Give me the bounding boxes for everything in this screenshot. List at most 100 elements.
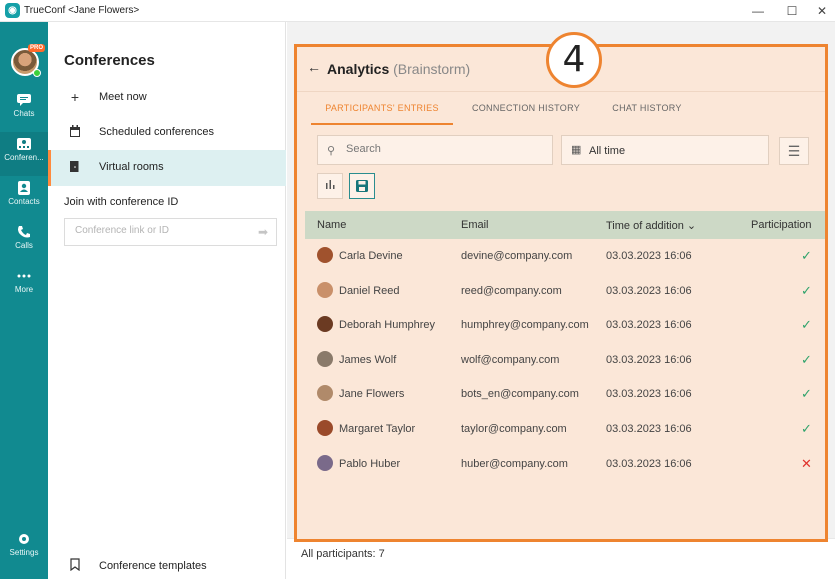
- calendar-icon: [68, 125, 82, 139]
- avatar: [317, 454, 333, 471]
- rail-label: Conferen...: [4, 153, 44, 162]
- tab-participants-entries[interactable]: PARTICIPANTS' ENTRIES: [311, 92, 453, 125]
- checkmark-icon: ✓: [801, 282, 812, 298]
- conference-name: (Brainstorm): [393, 61, 471, 77]
- analytics-panel: ← Analytics (Brainstorm) PARTICIPANTS' E…: [294, 44, 828, 542]
- rail-label: Chats: [13, 109, 35, 118]
- filter-button[interactable]: ☰: [779, 137, 809, 165]
- participant-email: reed@company.com: [461, 284, 562, 297]
- rail-label: Contacts: [8, 197, 40, 206]
- analytics-tabs: PARTICIPANTS' ENTRIES CONNECTION HISTORY…: [297, 91, 825, 125]
- avatar: [317, 350, 333, 367]
- participants-table: Name Email Time of addition ⌄ Participat…: [305, 211, 825, 481]
- rail-item-conferences[interactable]: Conferen...: [0, 132, 48, 176]
- table-body: Carla Devine devine@company.com 03.03.2023…: [305, 239, 825, 481]
- avatar: [317, 316, 333, 333]
- participant-email: bots_en@company.com: [461, 388, 579, 401]
- column-header-email[interactable]: Email: [461, 219, 489, 231]
- time-of-addition: 03.03.2023 16:06: [606, 388, 692, 401]
- tab-connection-history[interactable]: CONNECTION HISTORY: [461, 92, 591, 125]
- table-row[interactable]: Margaret Taylor taylor@company.com 03.03.2…: [305, 412, 825, 447]
- online-status-icon: [33, 69, 41, 77]
- conference-id-field[interactable]: ➡: [64, 218, 277, 246]
- nav-rail: PRO Chats Conferen... Contacts Calls Mor…: [0, 22, 48, 579]
- date-filter-value: All time: [589, 145, 626, 157]
- checkmark-icon: ✓: [801, 317, 812, 333]
- avatar: [317, 247, 333, 263]
- conference-icon: [17, 138, 31, 150]
- participant-email: devine@company.com: [461, 250, 573, 262]
- participant-name: Margaret Taylor: [339, 422, 416, 435]
- filter-icon: ☰: [787, 143, 801, 159]
- column-header-name[interactable]: Name: [317, 219, 346, 231]
- chat-icon: [17, 94, 31, 106]
- app-window: ◉ TrueConf <Jane Flowers> — ☐ ✕ PRO Chat…: [0, 0, 835, 579]
- rail-item-contacts[interactable]: Contacts: [0, 176, 48, 220]
- window-title: TrueConf <Jane Flowers>: [24, 5, 140, 16]
- menu-item-label: Virtual rooms: [99, 161, 164, 173]
- door-icon: [68, 160, 82, 174]
- participant-name: Pablo Huber: [339, 457, 401, 470]
- menu-item-label: Scheduled conferences: [99, 126, 214, 138]
- rail-item-settings[interactable]: Settings: [0, 527, 48, 571]
- meet-now-item[interactable]: + Meet now: [48, 80, 286, 116]
- conference-templates-item[interactable]: Conference templates: [48, 550, 286, 579]
- table-row[interactable]: Jane Flowers bots_en@company.com 03.03.202…: [305, 377, 825, 412]
- rail-item-chats[interactable]: Chats: [0, 88, 48, 132]
- participants-count: All participants: 7: [301, 548, 385, 560]
- bar-chart-icon: [326, 180, 335, 189]
- arrow-right-icon[interactable]: ➡: [258, 225, 268, 239]
- time-of-addition: 03.03.2023 16:06: [606, 250, 692, 262]
- time-of-addition: 03.03.2023 16:06: [606, 284, 692, 297]
- search-field[interactable]: ⚲: [317, 135, 553, 165]
- participant-name: Deborah Humphrey: [339, 319, 435, 332]
- checkmark-icon: ✓: [801, 386, 812, 402]
- rail-label: Settings: [9, 548, 39, 557]
- more-icon: [17, 274, 31, 278]
- statistics-button[interactable]: [317, 173, 343, 199]
- participant-email: humphrey@company.com: [461, 319, 589, 332]
- search-icon: ⚲: [327, 145, 336, 157]
- analytics-title: Analytics (Brainstorm): [327, 61, 470, 77]
- scheduled-conferences-item[interactable]: Scheduled conferences: [48, 115, 286, 151]
- rail-label: More: [14, 285, 34, 294]
- column-header-time[interactable]: Time of addition ⌄: [606, 219, 696, 232]
- table-row[interactable]: Deborah Humphrey humphrey@company.com 03.0…: [305, 308, 825, 343]
- callout-number: 4: [546, 32, 602, 88]
- save-button[interactable]: [349, 173, 375, 199]
- conference-id-input[interactable]: [75, 225, 245, 236]
- avatar: [317, 419, 333, 436]
- join-title: Join with conference ID: [64, 196, 179, 208]
- time-of-addition: 03.03.2023 16:06: [606, 353, 692, 366]
- conferences-panel: Conferences + Meet now Scheduled confere…: [48, 22, 286, 579]
- table-row[interactable]: Carla Devine devine@company.com 03.03.2023…: [305, 239, 825, 274]
- plus-icon: +: [70, 89, 80, 105]
- trueconf-logo-icon: ◉: [5, 3, 20, 18]
- checkmark-icon: ✓: [801, 351, 812, 367]
- contacts-icon: [18, 181, 30, 195]
- menu-item-label: Conference templates: [99, 560, 207, 572]
- minimize-button[interactable]: —: [741, 0, 775, 22]
- maximize-button[interactable]: ☐: [775, 0, 809, 22]
- back-arrow-icon[interactable]: ←: [307, 59, 321, 75]
- column-header-participation[interactable]: Participation: [751, 219, 812, 231]
- time-of-addition: 03.03.2023 16:06: [606, 457, 692, 470]
- date-filter-select[interactable]: ▦ All time: [561, 135, 769, 165]
- search-input[interactable]: [346, 143, 536, 155]
- rail-item-calls[interactable]: Calls: [0, 220, 48, 264]
- participant-name: Carla Devine: [339, 250, 403, 262]
- virtual-rooms-item[interactable]: Virtual rooms: [48, 150, 286, 186]
- avatar: [317, 385, 333, 402]
- rail-item-more[interactable]: More: [0, 264, 48, 308]
- participant-name: Daniel Reed: [339, 284, 400, 297]
- pro-badge: PRO: [28, 44, 46, 52]
- tab-chat-history[interactable]: CHAT HISTORY: [597, 92, 697, 125]
- save-icon: [356, 180, 368, 192]
- close-button[interactable]: ✕: [805, 0, 835, 22]
- table-row[interactable]: Daniel Reed reed@company.com 03.03.2023 16…: [305, 274, 825, 309]
- time-of-addition: 03.03.2023 16:06: [606, 422, 692, 435]
- table-row[interactable]: James Wolf wolf@company.com 03.03.2023 16:…: [305, 343, 825, 378]
- analytics-area: All participants: 7 ← Analytics (Brainst…: [287, 22, 835, 579]
- participant-name: James Wolf: [339, 353, 397, 366]
- table-row[interactable]: Pablo Huber huber@company.com 03.03.2023 1…: [305, 447, 825, 482]
